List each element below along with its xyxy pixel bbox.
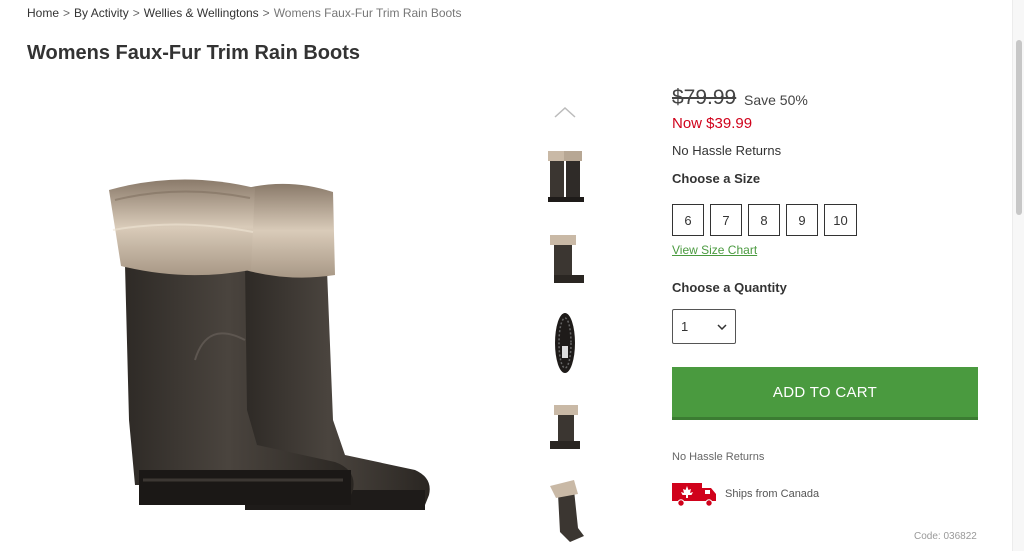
thumbnail-2[interactable] — [530, 224, 600, 294]
chevron-up-icon — [554, 106, 576, 118]
sale-price: Now $39.99 — [672, 115, 753, 132]
shipping-info: Ships from Canada — [672, 481, 819, 507]
returns-note-bottom: No Hassle Returns — [672, 451, 765, 463]
boot-tilt-thumbnail-icon — [550, 480, 584, 542]
thumbnail-1[interactable] — [530, 140, 600, 210]
page-scrollbar[interactable] — [1012, 0, 1024, 551]
rain-boots-image — [109, 179, 430, 510]
size-chart-link[interactable]: View Size Chart — [672, 243, 757, 257]
returns-note: No Hassle Returns — [672, 143, 782, 158]
breadcrumb-separator: > — [262, 6, 270, 20]
breadcrumb-separator: > — [132, 6, 140, 20]
save-percentage: Save 50% — [744, 92, 808, 108]
original-price: $79.99 — [672, 86, 737, 109]
product-code: Code: 036822 — [914, 531, 977, 542]
size-option-10[interactable]: 10 — [824, 204, 857, 236]
size-options: 6 7 8 9 10 — [672, 204, 857, 236]
quantity-select[interactable]: 1 — [672, 309, 736, 344]
product-main-image[interactable] — [95, 170, 445, 530]
thumbnail-5[interactable] — [530, 476, 600, 546]
breadcrumb-by-activity-link[interactable]: By Activity — [74, 6, 129, 20]
breadcrumb: Home > By Activity > Wellies & Wellingtons > W… — [27, 6, 462, 20]
thumbnail-scroll-up[interactable] — [553, 105, 577, 119]
size-heading: Choose a Size — [672, 171, 761, 186]
chevron-down-icon — [717, 323, 727, 330]
breadcrumb-separator: > — [63, 6, 71, 20]
breadcrumb-current: Womens Faux-Fur Trim Rain Boots — [273, 6, 462, 20]
canada-truck-icon — [672, 483, 716, 507]
quantity-value: 1 — [681, 319, 689, 334]
boot-side-thumbnail-icon — [550, 235, 584, 283]
size-option-6[interactable]: 6 — [672, 204, 704, 236]
size-option-7[interactable]: 7 — [710, 204, 742, 236]
boot-pair-thumbnail-icon — [548, 151, 584, 202]
size-option-8[interactable]: 8 — [748, 204, 780, 236]
thumbnail-3[interactable] — [530, 308, 600, 378]
page-title: Womens Faux-Fur Trim Rain Boots — [27, 42, 360, 64]
add-to-cart-button[interactable]: ADD TO CART — [672, 367, 978, 420]
ships-from-text: Ships from Canada — [725, 488, 820, 500]
quantity-heading: Choose a Quantity — [672, 280, 787, 295]
boot-angle-thumbnail-icon — [550, 405, 580, 449]
boot-sole-thumbnail-icon — [555, 313, 575, 373]
breadcrumb-home-link[interactable]: Home — [27, 6, 59, 20]
scrollbar-thumb[interactable] — [1016, 40, 1022, 215]
size-option-9[interactable]: 9 — [786, 204, 818, 236]
thumbnail-4[interactable] — [530, 392, 600, 462]
breadcrumb-category-link[interactable]: Wellies & Wellingtons — [144, 6, 259, 20]
